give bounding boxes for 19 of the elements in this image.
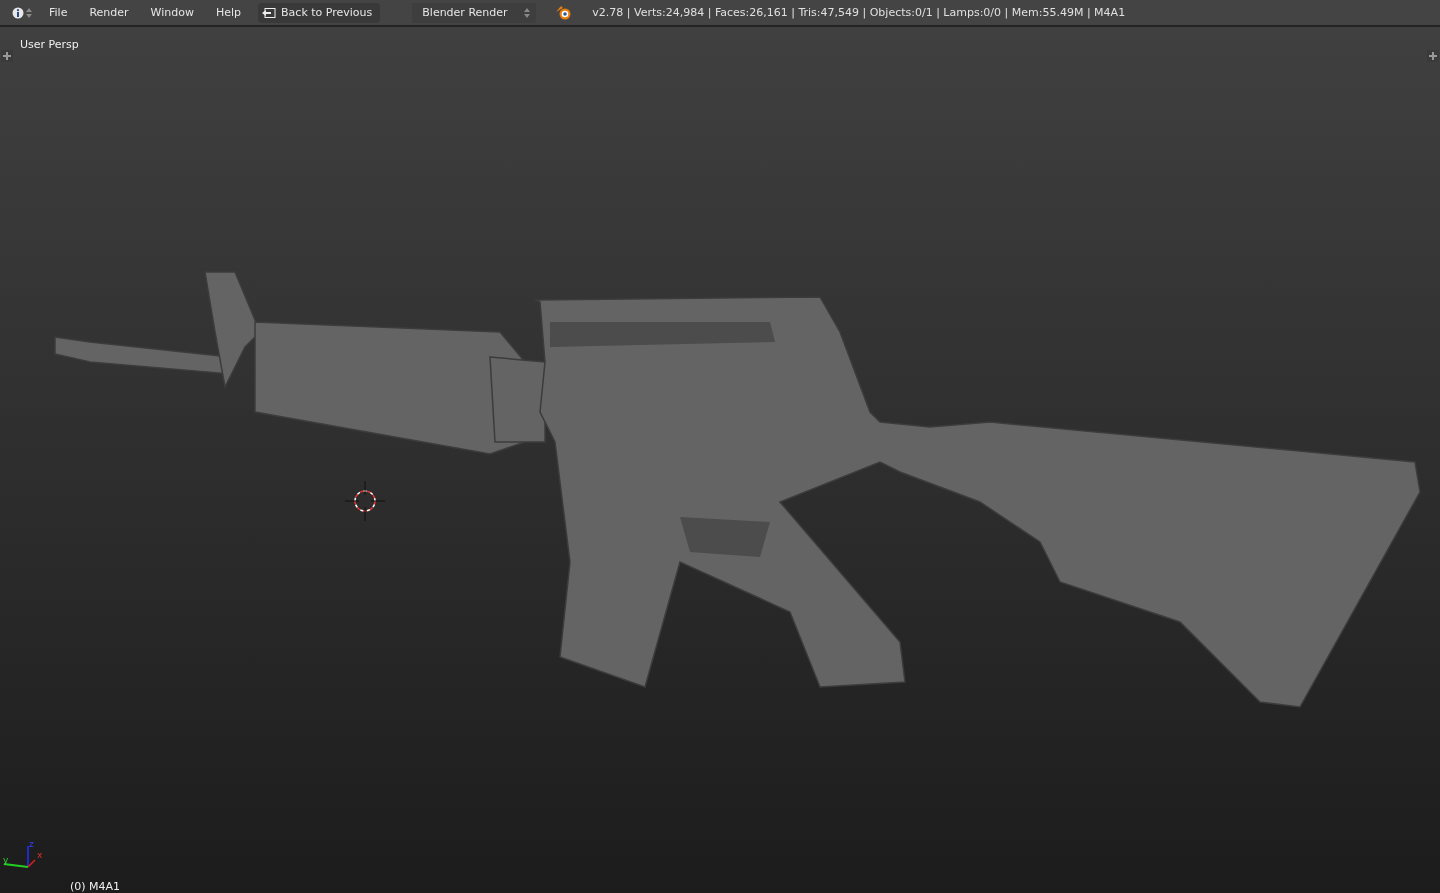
menu-item[interactable]: File — [38, 6, 79, 19]
updown-arrows-icon — [524, 6, 531, 19]
menu-item[interactable]: Help — [204, 6, 253, 19]
blender-logo-icon — [556, 5, 573, 20]
render-engine-dropdown[interactable]: Blender Render — [412, 2, 537, 23]
scene-statistics: v2.78 | Verts:24,984 | Faces:26,161 | Tris:47,549 | Objects:0/1 | Lamps:0/0 | Mem:55.49M | M4A1 — [592, 6, 1126, 19]
back-to-previous-button[interactable]: Back to Previous — [258, 2, 381, 23]
menu-item[interactable]: Window — [139, 6, 205, 19]
menu-item[interactable]: Render — [78, 6, 140, 19]
view-label: User Persp — [20, 38, 79, 51]
3d-cursor-icon[interactable] — [345, 481, 385, 521]
x-axis-label: x — [37, 850, 43, 860]
plus-icon[interactable] — [1427, 50, 1439, 62]
active-object-label: (0) M4A1 — [70, 880, 121, 893]
z-axis-label: z — [29, 839, 34, 849]
updown-arrows-icon — [26, 6, 32, 19]
plus-icon[interactable] — [1, 50, 13, 62]
y-axis-label: y — [3, 855, 9, 865]
info-icon[interactable] — [12, 6, 24, 19]
